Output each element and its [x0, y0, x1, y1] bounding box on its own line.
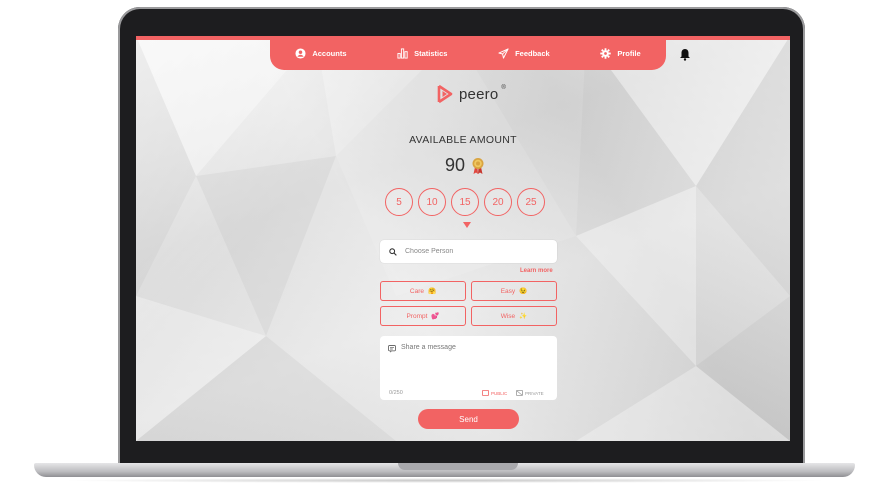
paper-plane-icon — [498, 47, 509, 59]
laptop-notch — [398, 463, 518, 470]
hug-emoji-icon: 🤗 — [428, 288, 437, 295]
amount-option-25[interactable]: 25 — [517, 188, 545, 216]
nav-item-statistics[interactable]: Statistics — [397, 47, 448, 59]
amount-options: 5 10 15 20 25 — [385, 188, 545, 216]
nav-item-feedback[interactable]: Feedback — [498, 47, 550, 59]
choose-person-input[interactable] — [403, 247, 547, 256]
tag-prompt[interactable]: Prompt 💕 — [380, 306, 466, 326]
medal-icon — [472, 157, 484, 174]
visibility-private-label: PRIVATE — [525, 390, 544, 396]
message-icon — [388, 345, 396, 353]
choose-person-search[interactable] — [380, 240, 557, 263]
visibility-public-option[interactable]: PUBLIC — [482, 390, 507, 396]
amount-option-10[interactable]: 10 — [418, 188, 446, 216]
nav-label-profile: Profile — [617, 48, 641, 58]
nav-item-accounts[interactable]: Accounts — [295, 47, 347, 59]
value-tags: Care 🤗 Easy 😉 Prompt 💕 Wise ✨ — [380, 281, 557, 326]
tag-easy-label: Easy — [500, 287, 516, 295]
public-icon — [482, 390, 489, 396]
send-button[interactable]: Send — [418, 409, 519, 429]
brand-registered-mark: ® — [501, 85, 506, 91]
gear-icon — [600, 47, 612, 59]
hearts-emoji-icon: 💕 — [431, 313, 440, 320]
wink-emoji-icon: 😉 — [519, 288, 528, 295]
tag-easy[interactable]: Easy 😉 — [471, 281, 557, 301]
message-box[interactable]: Share a message 0/250 PUBLIC PRIVATE — [380, 336, 557, 400]
tag-prompt-label: Prompt — [406, 312, 428, 320]
available-amount-value: 90 — [445, 155, 466, 175]
top-navbar: Accounts Statistics Feedback Profile — [270, 36, 666, 70]
nav-label-feedback: Feedback — [515, 48, 550, 58]
peero-logo-icon — [437, 84, 453, 104]
visibility-public-label: PUBLIC — [491, 390, 508, 396]
nav-label-accounts: Accounts — [312, 48, 347, 58]
tag-wise[interactable]: Wise ✨ — [471, 306, 557, 326]
tag-care-label: Care — [409, 287, 424, 295]
tag-care[interactable]: Care 🤗 — [380, 281, 466, 301]
laptop-shadow — [60, 478, 830, 483]
nav-label-statistics: Statistics — [414, 48, 448, 58]
bell-icon[interactable] — [679, 48, 691, 61]
tag-wise-label: Wise — [500, 312, 516, 320]
selection-caret-icon — [463, 222, 471, 228]
search-icon — [389, 247, 397, 256]
message-input[interactable]: Share a message — [401, 344, 456, 351]
nav-item-profile[interactable]: Profile — [600, 47, 641, 59]
user-circle-icon — [295, 47, 306, 59]
visibility-private-option[interactable]: PRIVATE — [516, 390, 544, 396]
brand-name: peero — [459, 85, 499, 103]
amount-option-15[interactable]: 15 — [451, 188, 479, 216]
sparkles-emoji-icon: ✨ — [519, 313, 528, 320]
amount-option-20[interactable]: 20 — [484, 188, 512, 216]
amount-option-5[interactable]: 5 — [385, 188, 413, 216]
learn-more-link[interactable]: Learn more — [520, 268, 553, 274]
bar-chart-icon — [397, 47, 408, 59]
peero-logo: peero ® — [436, 84, 506, 104]
app-screen: Accounts Statistics Feedback Profile pee… — [136, 36, 790, 441]
private-icon — [516, 390, 523, 396]
available-amount: 90 — [445, 155, 485, 176]
available-amount-title: AVAILABLE AMOUNT — [409, 134, 517, 146]
character-counter: 0/250 — [389, 390, 403, 396]
